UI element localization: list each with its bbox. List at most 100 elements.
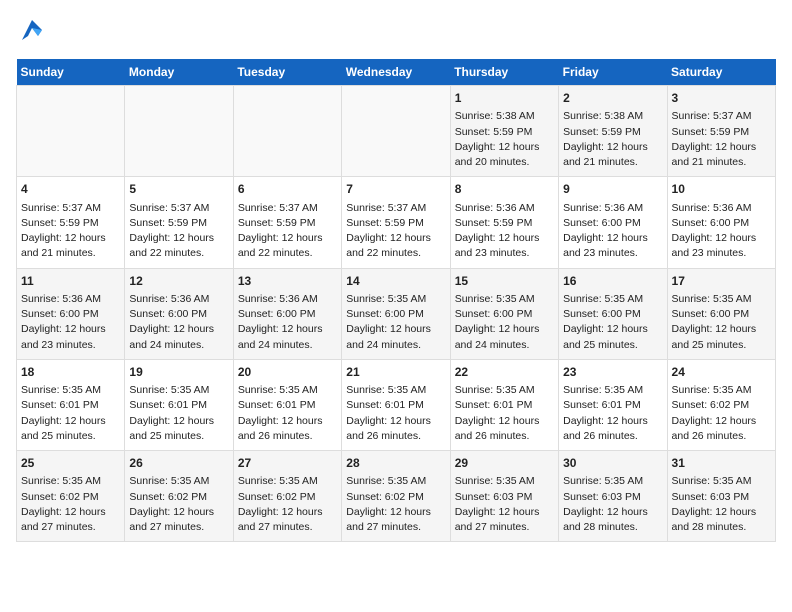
day-info: Sunrise: 5:38 AM [455,109,554,124]
day-number: 29 [455,455,554,472]
day-info: Sunset: 6:00 PM [455,307,554,322]
day-info: Sunset: 6:02 PM [21,490,120,505]
calendar-table: SundayMondayTuesdayWednesdayThursdayFrid… [16,59,776,542]
calendar-cell: 14Sunrise: 5:35 AMSunset: 6:00 PMDayligh… [342,268,450,359]
day-info: Sunrise: 5:35 AM [129,383,228,398]
col-header-tuesday: Tuesday [233,59,341,86]
day-info: Sunset: 6:03 PM [455,490,554,505]
calendar-cell: 27 Sunrise: 5:35 AMSunset: 6:02 PMDayligh… [233,451,341,542]
calendar-cell: 17 Sunrise: 5:35 AMSunset: 6:00 PMDayligh… [667,268,775,359]
day-number: 15 [455,273,554,290]
day-info: and 24 minutes. [346,338,445,353]
day-info: Sunset: 6:00 PM [346,307,445,322]
calendar-cell: 30Sunrise: 5:35 AMSunset: 6:03 PMDayligh… [559,451,667,542]
calendar-cell: 13Sunrise: 5:36 AMSunset: 6:00 PMDayligh… [233,268,341,359]
day-info: Sunset: 6:00 PM [238,307,337,322]
calendar-cell: 19Sunrise: 5:35 AMSunset: 6:01 PMDayligh… [125,359,233,450]
day-info: Sunset: 6:03 PM [563,490,662,505]
day-info: Sunrise: 5:35 AM [21,474,120,489]
day-info: Sunset: 6:02 PM [238,490,337,505]
calendar-cell: 21Sunrise: 5:35 AMSunset: 6:01 PMDayligh… [342,359,450,450]
day-number: 17 [672,273,771,290]
calendar-cell: 22Sunrise: 5:35 AMSunset: 6:01 PMDayligh… [450,359,558,450]
calendar-cell: 2Sunrise: 5:38 AMSunset: 5:59 PMDaylight… [559,86,667,177]
day-info: Sunrise: 5:36 AM [455,201,554,216]
day-info: Daylight: 12 hours [129,322,228,337]
day-info: and 22 minutes. [238,246,337,261]
day-info: and 26 minutes. [346,429,445,444]
day-info: and 25 minutes. [672,338,771,353]
day-info: Sunrise: 5:35 AM [455,474,554,489]
day-info: and 20 minutes. [455,155,554,170]
day-number: 4 [21,181,120,198]
day-info: Daylight: 12 hours [672,322,771,337]
calendar-cell: 25Sunrise: 5:35 AMSunset: 6:02 PMDayligh… [17,451,125,542]
day-info: Daylight: 12 hours [238,414,337,429]
day-info: Sunrise: 5:35 AM [455,292,554,307]
day-info: Sunset: 6:01 PM [238,398,337,413]
day-number: 21 [346,364,445,381]
day-info: Sunrise: 5:35 AM [346,383,445,398]
day-info: Sunset: 6:01 PM [455,398,554,413]
day-info: Sunset: 6:01 PM [21,398,120,413]
day-info: and 25 minutes. [129,429,228,444]
day-info: and 23 minutes. [563,246,662,261]
calendar-cell: 18Sunrise: 5:35 AMSunset: 6:01 PMDayligh… [17,359,125,450]
day-number: 10 [672,181,771,198]
day-number: 8 [455,181,554,198]
day-info: Sunrise: 5:35 AM [129,474,228,489]
day-info: Sunrise: 5:35 AM [238,474,337,489]
day-info: Sunrise: 5:35 AM [672,292,771,307]
col-header-wednesday: Wednesday [342,59,450,86]
day-info: Sunset: 5:59 PM [455,216,554,231]
calendar-cell [17,86,125,177]
day-info: Daylight: 12 hours [238,231,337,246]
logo-icon [18,16,46,44]
day-number: 25 [21,455,120,472]
col-header-thursday: Thursday [450,59,558,86]
calendar-cell: 20Sunrise: 5:35 AMSunset: 6:01 PMDayligh… [233,359,341,450]
day-info: and 27 minutes. [346,520,445,535]
day-info: Daylight: 12 hours [21,231,120,246]
calendar-cell: 24Sunrise: 5:35 AMSunset: 6:02 PMDayligh… [667,359,775,450]
calendar-cell [125,86,233,177]
day-info: Sunrise: 5:36 AM [563,201,662,216]
day-info: and 23 minutes. [455,246,554,261]
day-info: Daylight: 12 hours [238,505,337,520]
calendar-cell: 28Sunrise: 5:35 AMSunset: 6:02 PMDayligh… [342,451,450,542]
day-info: Daylight: 12 hours [563,322,662,337]
day-info: Daylight: 12 hours [129,231,228,246]
day-info: Sunset: 6:00 PM [563,216,662,231]
day-info: Sunset: 5:59 PM [455,125,554,140]
day-info: and 23 minutes. [21,338,120,353]
day-info: and 25 minutes. [21,429,120,444]
day-info: Sunset: 6:01 PM [346,398,445,413]
day-info: Sunrise: 5:37 AM [672,109,771,124]
calendar-cell: 4Sunrise: 5:37 AMSunset: 5:59 PMDaylight… [17,177,125,268]
day-info: Daylight: 12 hours [129,505,228,520]
calendar-cell: 31Sunrise: 5:35 AMSunset: 6:03 PMDayligh… [667,451,775,542]
day-number: 12 [129,273,228,290]
day-number: 30 [563,455,662,472]
day-info: Sunrise: 5:35 AM [238,383,337,398]
logo-text [16,16,46,49]
col-header-sunday: Sunday [17,59,125,86]
day-info: Sunset: 5:59 PM [21,216,120,231]
day-info: Sunset: 6:00 PM [672,307,771,322]
day-info: and 27 minutes. [21,520,120,535]
day-info: Daylight: 12 hours [455,414,554,429]
day-info: Sunset: 5:59 PM [346,216,445,231]
calendar-cell: 7Sunrise: 5:37 AMSunset: 5:59 PMDaylight… [342,177,450,268]
day-info: Daylight: 12 hours [455,322,554,337]
day-info: Daylight: 12 hours [563,140,662,155]
day-info: Daylight: 12 hours [455,505,554,520]
day-number: 9 [563,181,662,198]
day-info: and 21 minutes. [563,155,662,170]
day-number: 27 [238,455,337,472]
day-info: Daylight: 12 hours [21,322,120,337]
col-header-friday: Friday [559,59,667,86]
day-number: 7 [346,181,445,198]
logo [16,16,46,49]
week-row-1: 1Sunrise: 5:38 AMSunset: 5:59 PMDaylight… [17,86,776,177]
day-info: Sunrise: 5:35 AM [563,474,662,489]
